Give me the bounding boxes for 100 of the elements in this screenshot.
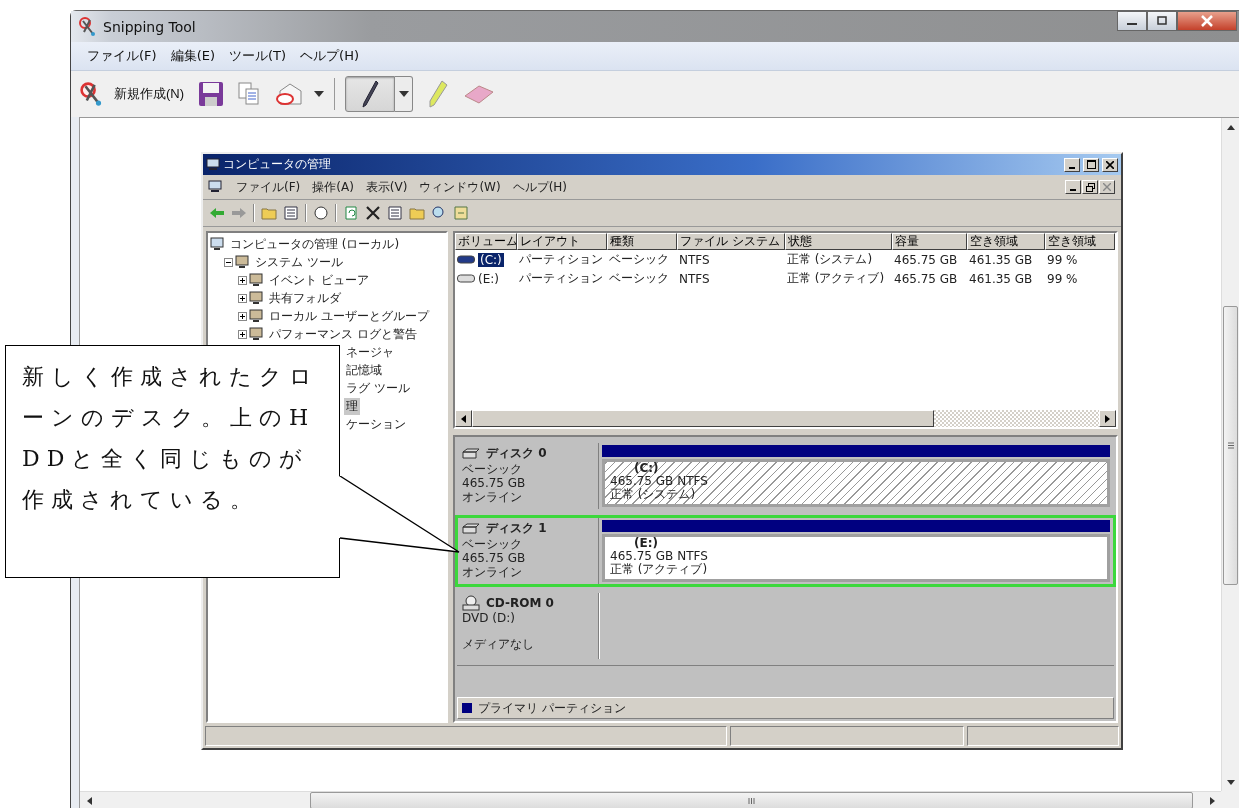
tree-item[interactable]: ローカル ユーザーとグループ <box>267 307 431 325</box>
menu-item[interactable]: 編集(E) <box>170 47 215 65</box>
pen-button[interactable] <box>345 76 396 112</box>
column-header[interactable]: 空き領域 <box>967 233 1045 250</box>
close-icon <box>1103 183 1111 191</box>
partition-name: (C:) <box>633 462 660 475</box>
computer-icon <box>208 180 224 194</box>
disk-row[interactable]: ディスク 0 ベーシック 465.75 GB オンライン (C:) 465.75 GB NTFS 正常 (システム) <box>455 440 1116 512</box>
restore-icon <box>1085 182 1095 192</box>
disk-info: ベーシック <box>462 462 523 476</box>
menu-item[interactable]: ヘルプ(H) <box>512 178 568 196</box>
tree-item[interactable]: パフォーマンス ログと警告 <box>267 325 419 343</box>
column-header[interactable]: 状態 <box>785 233 892 250</box>
delete-icon[interactable] <box>365 205 381 221</box>
up-arrow-icon <box>1226 124 1235 130</box>
menu-item[interactable]: ファイル(F) <box>236 178 301 196</box>
pen-dropdown-button[interactable] <box>395 76 414 112</box>
legend-label: プライマリ パーティション <box>478 699 626 717</box>
expander-icon[interactable] <box>238 311 247 321</box>
menu-item[interactable]: ウィンドウ(W) <box>419 178 501 196</box>
partition-info: 465.75 GB NTFS <box>610 475 709 488</box>
table-cell: パーティション <box>519 270 603 287</box>
tree-item[interactable]: 共有フォルダ <box>267 289 343 307</box>
disk-row[interactable]: ディスク 1 ベーシック 465.75 GB オンライン (E:) 465.75 GB NTFS 正常 (アクティブ) <box>455 515 1116 587</box>
menu-item[interactable]: ファイル(F) <box>87 47 157 65</box>
column-header[interactable]: 空き領域 <box>1045 233 1115 250</box>
right-arrow-icon <box>1209 796 1215 805</box>
save-icon[interactable] <box>198 81 225 107</box>
computer-icon <box>210 237 225 251</box>
properties-icon[interactable] <box>387 205 403 221</box>
partition-box[interactable]: (E:) 465.75 GB NTFS 正常 (アクティブ) <box>602 534 1110 582</box>
maximize-button[interactable] <box>1147 11 1177 31</box>
disk-info: 465.75 GB <box>462 551 527 565</box>
disk-info: メディアなし <box>462 637 535 651</box>
table-cell: ベーシック <box>609 251 669 268</box>
left-arrow-icon <box>461 414 466 423</box>
maximize-icon <box>1156 16 1168 26</box>
disk-info: オンライン <box>462 490 523 504</box>
down-arrow-icon <box>1226 779 1235 785</box>
refresh-icon[interactable] <box>343 205 359 221</box>
table-cell: 465.75 GB <box>894 252 958 267</box>
mail-icon[interactable] <box>274 81 305 107</box>
scroll-left-button[interactable] <box>455 410 472 427</box>
minimize-icon <box>1069 166 1075 169</box>
scrollbar-thumb[interactable] <box>310 792 1193 808</box>
maximize-icon <box>1086 160 1096 169</box>
vertical-scrollbar[interactable] <box>1221 118 1239 791</box>
menu-item[interactable]: ヘルプ(H) <box>300 47 359 65</box>
tree-item[interactable]: 理 <box>344 397 360 415</box>
caret-icon[interactable] <box>314 91 325 97</box>
volume-name[interactable]: (C:) <box>478 252 504 267</box>
scroll-right-button[interactable] <box>1099 410 1116 427</box>
expander-icon[interactable] <box>224 257 233 267</box>
horizontal-scrollbar[interactable] <box>80 791 1221 808</box>
window-title: Snipping Tool <box>103 18 196 35</box>
minimize-button[interactable] <box>1117 11 1147 31</box>
column-header[interactable]: 種類 <box>607 233 677 250</box>
drive-icon <box>457 255 475 264</box>
menu-item[interactable]: ツール(T) <box>229 47 287 65</box>
menu-item[interactable]: 表示(V) <box>365 178 408 196</box>
callout-box: 新しく作成されたクローンのデスク。上のHDDと全く同じものが作成されている。 <box>5 345 340 578</box>
list-view-icon[interactable] <box>283 205 299 221</box>
tree-item[interactable]: イベント ビューア <box>267 271 371 289</box>
close-icon <box>1106 160 1114 169</box>
disk-info: オンライン <box>462 565 523 579</box>
scrollbar-thumb[interactable] <box>1223 306 1238 585</box>
computer-icon <box>206 158 220 171</box>
partition-status: 正常 (システム) <box>610 488 697 501</box>
tree-item[interactable]: ラグ ツール <box>344 379 412 397</box>
expander-icon[interactable] <box>238 329 247 339</box>
column-header[interactable]: レイアウト <box>517 233 607 250</box>
expander-icon[interactable] <box>238 275 247 285</box>
tree-item[interactable]: 記憶域 <box>344 361 384 379</box>
column-header[interactable]: ファイル システム <box>677 233 785 250</box>
tree-item[interactable]: コンピュータの管理 (ローカル) <box>228 235 402 253</box>
partition-name: (E:) <box>633 537 659 550</box>
partition-status: 正常 (アクティブ) <box>610 563 709 576</box>
new-snip-button[interactable]: 新規作成(N) <box>79 81 185 107</box>
menu-item[interactable]: 操作(A) <box>312 178 354 196</box>
tree-item[interactable]: ネージャ <box>344 343 396 361</box>
disk-name: ディスク 0 <box>486 445 547 462</box>
volume-name[interactable]: (E:) <box>478 271 499 286</box>
tree-item[interactable]: ケーション <box>344 415 408 433</box>
tree-item[interactable]: システム ツール <box>253 253 345 271</box>
partition-box[interactable]: (C:) 465.75 GB NTFS 正常 (システム) <box>602 459 1110 507</box>
column-header[interactable]: 容量 <box>892 233 967 250</box>
disk-info: ベーシック <box>462 537 523 551</box>
disk-row[interactable]: CD-ROM 0 DVD (D:) メディアなし <box>455 590 1116 662</box>
grip-icon <box>1227 442 1234 449</box>
table-cell: 正常 (システム) <box>787 251 873 268</box>
drive-icon <box>457 274 475 283</box>
expander-icon[interactable] <box>238 293 247 303</box>
cd-drive-icon <box>462 595 480 611</box>
table-cell: 99 % <box>1047 271 1078 286</box>
table-cell: NTFS <box>679 252 710 267</box>
table-cell: 461.35 GB <box>969 252 1033 267</box>
restore-button[interactable] <box>1082 180 1098 194</box>
scissors-icon <box>78 16 98 37</box>
pen-icon <box>360 79 381 109</box>
minimize-icon <box>1127 23 1137 25</box>
